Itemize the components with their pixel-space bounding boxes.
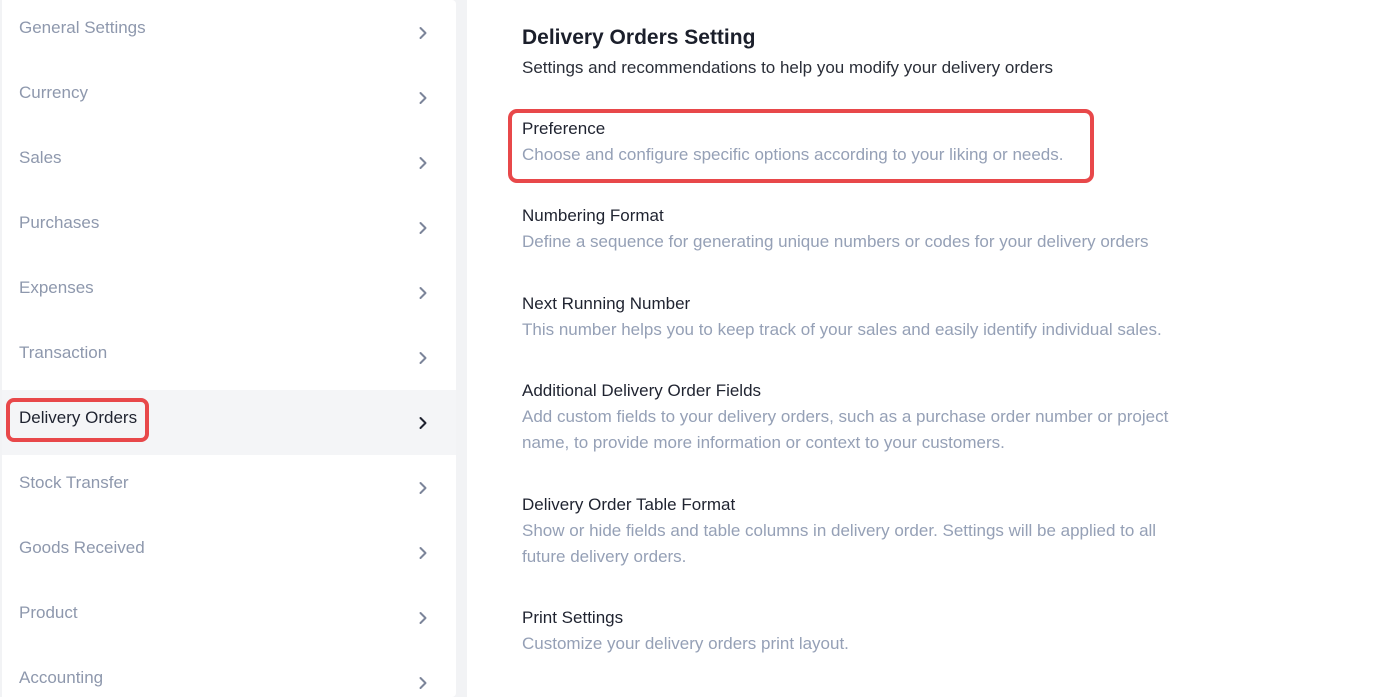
option-title: Numbering Format (522, 206, 664, 225)
sidebar-item-label: Accounting (19, 668, 104, 687)
settings-sidebar: General Settings Currency Sales Purchase… (2, 0, 456, 697)
page-subtitle: Settings and recommendations to help you… (522, 58, 1054, 77)
option-table-format[interactable]: Delivery Order Table Format Show or hide… (522, 492, 1202, 570)
sidebar-item-label: Currency (19, 83, 88, 102)
sidebar-item-general-settings[interactable]: General Settings (2, 0, 456, 65)
option-description: Show or hide fields and table columns in… (522, 521, 1157, 566)
option-title: Next Running Number (522, 294, 691, 313)
sidebar-item-expenses[interactable]: Expenses (2, 260, 456, 325)
option-additional-fields[interactable]: Additional Delivery Order Fields Add cus… (522, 378, 1202, 456)
settings-page: General Settings Currency Sales Purchase… (0, 0, 1387, 697)
option-preference[interactable]: Preference Choose and configure specific… (522, 116, 1202, 168)
option-description: Define a sequence for generating unique … (522, 232, 1149, 251)
sidebar-item-goods-received[interactable]: Goods Received (2, 520, 456, 585)
sidebar-item-transaction[interactable]: Transaction (2, 325, 456, 390)
sidebar-item-label: Stock Transfer (19, 473, 129, 492)
sidebar-item-label: Purchases (19, 213, 100, 232)
sidebar-item-label: Expenses (19, 278, 94, 297)
page-title: Delivery Orders Setting (522, 26, 756, 49)
sidebar-item-label: Transaction (19, 343, 108, 362)
sidebar-item-label: Delivery Orders (19, 408, 138, 427)
option-numbering-format[interactable]: Numbering Format Define a sequence for g… (522, 203, 1202, 255)
sidebar-item-label: Goods Received (19, 538, 145, 557)
chevron-right-icon (416, 416, 430, 430)
chevron-right-icon (416, 286, 430, 300)
chevron-right-icon (416, 351, 430, 365)
sidebar-item-label: General Settings (19, 18, 146, 37)
option-title: Print Settings (522, 608, 624, 627)
option-description: Add custom fields to your delivery order… (522, 407, 1169, 452)
option-next-running-number[interactable]: Next Running Number This number helps yo… (522, 291, 1202, 343)
sidebar-item-stock-transfer[interactable]: Stock Transfer (2, 455, 456, 520)
sidebar-item-sales[interactable]: Sales (2, 130, 456, 195)
chevron-right-icon (416, 481, 430, 495)
settings-main-panel: Delivery Orders Setting Settings and rec… (467, 0, 1387, 697)
sidebar-item-purchases[interactable]: Purchases (2, 195, 456, 260)
sidebar-item-delivery-orders[interactable]: Delivery Orders (2, 390, 456, 455)
sidebar-item-label: Sales (19, 148, 62, 167)
chevron-right-icon (416, 91, 430, 105)
option-title: Delivery Order Table Format (522, 495, 736, 514)
option-description: This number helps you to keep track of y… (522, 320, 1162, 339)
chevron-right-icon (416, 156, 430, 170)
panel-divider (456, 0, 467, 697)
chevron-right-icon (416, 611, 430, 625)
option-title: Additional Delivery Order Fields (522, 381, 762, 400)
option-description: Customize your delivery orders print lay… (522, 634, 849, 653)
chevron-right-icon (416, 546, 430, 560)
chevron-right-icon (416, 676, 430, 690)
sidebar-item-product[interactable]: Product (2, 585, 456, 650)
option-title: Preference (522, 119, 606, 138)
option-description: Choose and configure specific options ac… (522, 145, 1064, 164)
sidebar-item-label: Product (19, 603, 78, 622)
option-print-settings[interactable]: Print Settings Customize your delivery o… (522, 605, 1202, 657)
chevron-right-icon (416, 221, 430, 235)
sidebar-item-currency[interactable]: Currency (2, 65, 456, 130)
sidebar-item-accounting[interactable]: Accounting (2, 650, 456, 697)
chevron-right-icon (416, 26, 430, 40)
